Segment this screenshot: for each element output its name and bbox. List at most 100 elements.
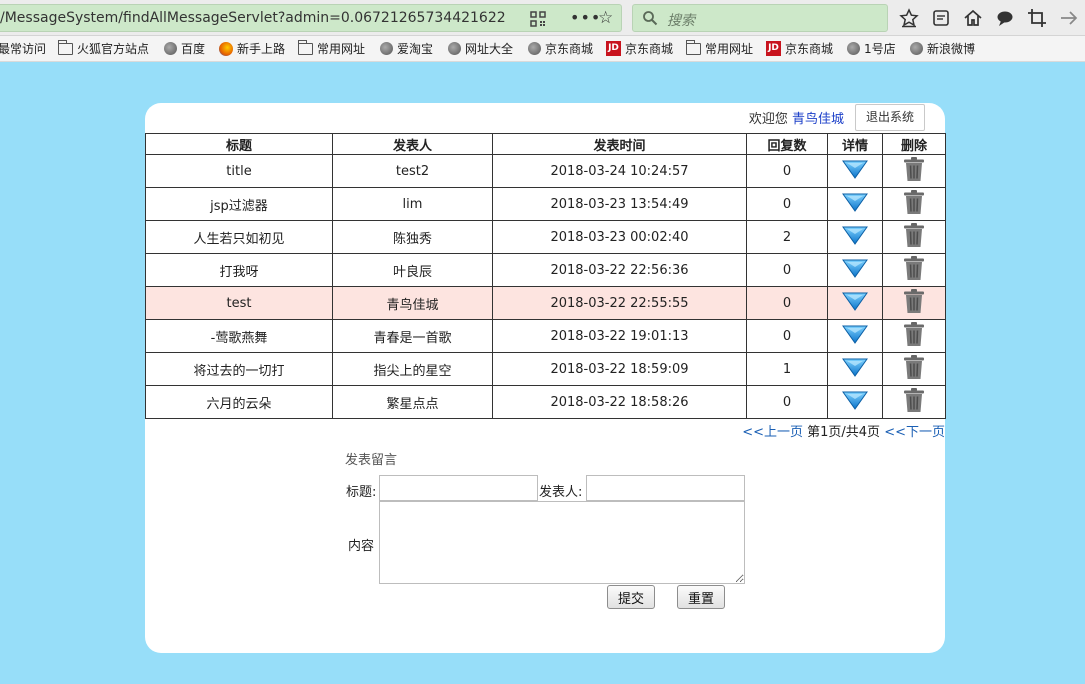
detail-arrow-icon[interactable]: [842, 159, 868, 183]
search-placeholder[interactable]: 搜索: [667, 10, 695, 30]
cell-replies: 0: [746, 385, 828, 419]
table-row: 六月的云朵 繁星点点 2018-03-22 18:58:26 0: [145, 385, 946, 419]
globe-icon: [164, 42, 177, 55]
cell-replies: 1: [746, 352, 828, 386]
table-row: 将过去的一切打 指尖上的星空 2018-03-22 18:59:09 1: [145, 352, 946, 386]
cell-title: jsp过滤器: [145, 187, 333, 221]
cell-author: 青鸟佳城: [332, 286, 493, 320]
col-header-time: 发表时间: [492, 133, 747, 155]
submit-button[interactable]: 提交: [607, 585, 655, 609]
prev-page-link[interactable]: <<上一页: [742, 425, 803, 440]
bookmark-aitaobao[interactable]: 爱淘宝: [380, 40, 433, 57]
bookmark-jd-1[interactable]: 京东商城: [528, 40, 593, 57]
trash-icon[interactable]: [903, 288, 925, 318]
cell-detail: [827, 286, 883, 320]
welcome-text: 欢迎您 青鸟佳城: [748, 112, 844, 127]
trash-icon[interactable]: [903, 255, 925, 285]
cell-title: 打我呀: [145, 253, 333, 287]
cell-author: 陈独秀: [332, 220, 493, 254]
cell-title: test: [145, 286, 333, 320]
folder-icon: [58, 39, 73, 55]
cell-time: 2018-03-22 18:58:26: [492, 385, 747, 419]
globe-icon: [847, 42, 860, 55]
cell-author: 繁星点点: [332, 385, 493, 419]
globe-icon: [380, 42, 393, 55]
crop-screenshot-icon[interactable]: [1027, 8, 1047, 28]
cell-author: 指尖上的星空: [332, 352, 493, 386]
bookmark-sina-weibo[interactable]: 新浪微博: [910, 40, 975, 57]
trash-icon[interactable]: [903, 156, 925, 186]
col-header-replies: 回复数: [746, 133, 828, 155]
bookmark-jd-2[interactable]: JD 京东商城: [606, 40, 673, 57]
cell-detail: [827, 253, 883, 287]
trash-icon[interactable]: [903, 354, 925, 384]
table-row: 人生若只如初见 陈独秀 2018-03-23 00:02:40 2: [145, 220, 946, 254]
table-row: title test2 2018-03-24 10:24:57 0: [145, 154, 946, 188]
detail-arrow-icon[interactable]: [842, 258, 868, 282]
detail-arrow-icon[interactable]: [842, 390, 868, 414]
qr-code-icon[interactable]: [530, 11, 546, 27]
search-icon: [643, 11, 658, 26]
author-input[interactable]: [586, 475, 745, 501]
content-textarea[interactable]: [379, 501, 745, 584]
detail-arrow-icon[interactable]: [842, 192, 868, 216]
globe-icon: [528, 42, 541, 55]
jd-logo-icon: JD: [766, 41, 781, 56]
cell-detail: [827, 187, 883, 221]
cell-detail: [827, 385, 883, 419]
chat-icon[interactable]: [995, 8, 1015, 28]
trash-icon[interactable]: [903, 222, 925, 252]
bookmark-url-directory[interactable]: 网址大全: [448, 40, 513, 57]
next-page-link[interactable]: <<下一页: [884, 425, 945, 440]
bookmark-jd-3[interactable]: JD 京东商城: [766, 40, 833, 57]
trash-icon[interactable]: [903, 189, 925, 219]
post-message-heading: 发表留言: [345, 453, 398, 468]
table-row: -莺歌燕舞 青春是一首歌 2018-03-22 19:01:13 0: [145, 319, 946, 353]
forward-arrow-icon[interactable]: [1059, 8, 1079, 28]
bookmark-common-sites-2[interactable]: 常用网址: [686, 39, 753, 57]
bookmark-baidu[interactable]: 百度: [164, 40, 205, 57]
jd-logo-icon: JD: [606, 41, 621, 56]
folder-icon: [298, 39, 313, 55]
cell-detail: [827, 154, 883, 188]
detail-arrow-icon[interactable]: [842, 324, 868, 348]
bookmark-common-sites[interactable]: 常用网址: [298, 39, 365, 57]
logout-button[interactable]: 退出系统: [855, 104, 925, 131]
table-row: 打我呀 叶良辰 2018-03-22 22:56:36 0: [145, 253, 946, 287]
col-header-detail: 详情: [827, 133, 883, 155]
cell-time: 2018-03-24 10:24:57: [492, 154, 747, 188]
home-icon[interactable]: [963, 8, 983, 28]
table-row: jsp过滤器 lim 2018-03-23 13:54:49 0: [145, 187, 946, 221]
col-header-delete: 删除: [882, 133, 946, 155]
page-actions-icon[interactable]: •••: [570, 8, 601, 27]
url-bar[interactable]: /MessageSystem/findAllMessageServlet?adm…: [0, 4, 622, 32]
bookmark-getting-started[interactable]: 新手上路: [219, 40, 285, 57]
cell-title: 人生若只如初见: [145, 220, 333, 254]
bookmarks-toolbar: 最常访问 火狐官方站点 百度 新手上路 常用网址 爱淘宝 网址大全 京东商城 J…: [0, 36, 1085, 62]
cell-replies: 0: [746, 286, 828, 320]
trash-icon[interactable]: [903, 387, 925, 417]
cell-delete: [882, 220, 946, 254]
cell-replies: 0: [746, 319, 828, 353]
detail-arrow-icon[interactable]: [842, 291, 868, 315]
reader-view-icon[interactable]: [931, 8, 951, 28]
bookmark-most-visited[interactable]: 最常访问: [0, 40, 46, 57]
url-text[interactable]: /MessageSystem/findAllMessageServlet?adm…: [0, 10, 506, 26]
bookmark-star-icon[interactable]: ☆: [598, 8, 613, 28]
reset-button[interactable]: 重置: [677, 585, 725, 609]
cell-time: 2018-03-23 00:02:40: [492, 220, 747, 254]
cell-title: -莺歌燕舞: [145, 319, 333, 353]
cell-time: 2018-03-22 22:56:36: [492, 253, 747, 287]
detail-arrow-icon[interactable]: [842, 225, 868, 249]
title-input[interactable]: [379, 475, 538, 501]
bookmarks-menu-icon[interactable]: [899, 8, 919, 28]
table-row: test 青鸟佳城 2018-03-22 22:55:55 0: [145, 286, 946, 320]
search-bar[interactable]: 搜索: [632, 4, 888, 32]
detail-arrow-icon[interactable]: [842, 357, 868, 381]
cell-title: 将过去的一切打: [145, 352, 333, 386]
table-header-row: 标题 发表人 发表时间 回复数 详情 删除: [145, 133, 946, 155]
bookmark-yhd[interactable]: 1号店: [847, 40, 896, 57]
trash-icon[interactable]: [903, 321, 925, 351]
bookmark-firefox-official[interactable]: 火狐官方站点: [58, 39, 149, 57]
cell-replies: 0: [746, 154, 828, 188]
